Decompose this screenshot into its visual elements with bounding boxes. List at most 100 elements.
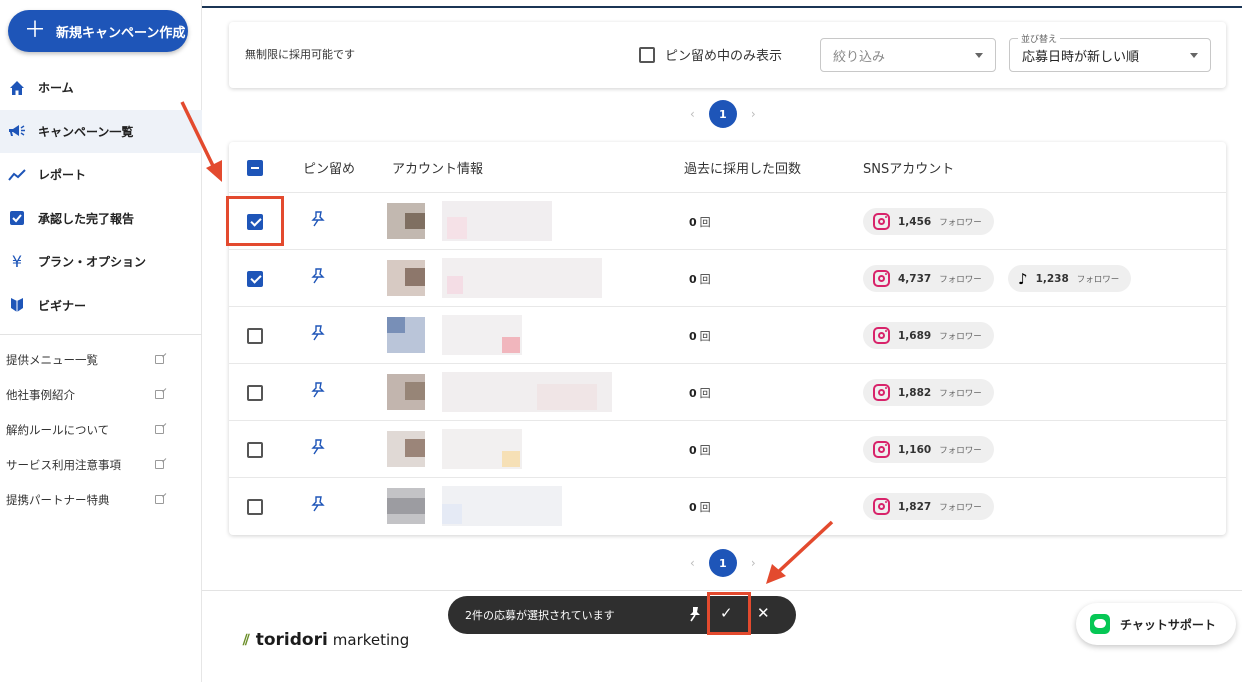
- sort-label: 並び替え: [1018, 32, 1060, 45]
- pin-only-toggle[interactable]: ピン留め中のみ表示: [639, 45, 782, 64]
- instagram-chip[interactable]: 1,689フォロワー: [863, 322, 994, 349]
- sidebar-item-label: キャンペーン一覧: [38, 123, 133, 140]
- sort-value: 応募日時が新しい順: [1022, 46, 1139, 65]
- pin-icon[interactable]: [311, 268, 325, 288]
- sidebar-item-report[interactable]: レポート: [0, 153, 202, 197]
- table-row[interactable]: 0回 4,737フォロワー ♪1,238フォロワー: [229, 250, 1226, 307]
- hire-count: 0回: [689, 385, 711, 401]
- pin-only-checkbox[interactable]: [639, 47, 655, 63]
- annotation-arrow-left: [762, 518, 836, 586]
- sidebar-item-label: レポート: [38, 166, 86, 183]
- link-case-studies[interactable]: 他社事例紹介: [0, 377, 202, 412]
- logo-product: marketing: [333, 631, 409, 649]
- tiktok-chip[interactable]: ♪1,238フォロワー: [1008, 265, 1131, 292]
- external-link-icon: [155, 355, 164, 364]
- link-label: 解約ルールについて: [6, 422, 109, 438]
- sidebar-item-label: 承認した完了報告: [38, 210, 134, 227]
- annotation-box-approve: [707, 592, 751, 635]
- link-partner-benefits[interactable]: 提携パートナー特典: [0, 482, 202, 517]
- sidebar-item-beginner[interactable]: ビギナー: [0, 284, 202, 328]
- chat-support-label: チャットサポート: [1120, 616, 1216, 633]
- link-menu-list[interactable]: 提供メニュー一覧: [0, 342, 202, 377]
- megaphone-icon: [8, 122, 26, 140]
- table-row[interactable]: 0回 1,160フォロワー: [229, 421, 1226, 478]
- sort-select[interactable]: 並び替え 応募日時が新しい順: [1009, 38, 1211, 72]
- link-service-notes[interactable]: サービス利用注意事項: [0, 447, 202, 482]
- sidebar-item-campaigns[interactable]: キャンペーン一覧: [0, 110, 202, 154]
- sidebar-divider: [0, 334, 202, 335]
- instagram-icon: [873, 213, 890, 230]
- pin-icon[interactable]: [311, 496, 325, 516]
- account-info-blurred: [387, 427, 617, 471]
- link-label: 提携パートナー特典: [6, 492, 110, 508]
- new-campaign-button[interactable]: ＋ 新規キャンペーン作成: [8, 10, 188, 52]
- sidebar-nav: ホーム キャンペーン一覧 レポート 承認した完了報告: [0, 66, 202, 335]
- trend-icon: [8, 166, 26, 184]
- clear-selection-button[interactable]: ✕: [757, 604, 770, 622]
- next-page-button[interactable]: ›: [751, 107, 756, 121]
- sidebar-links: 提供メニュー一覧 他社事例紹介 解約ルールについて サービス利用注意事項 提携パ…: [0, 342, 202, 517]
- sidebar-item-label: ビギナー: [38, 297, 86, 314]
- link-label: サービス利用注意事項: [6, 457, 121, 473]
- instagram-chip[interactable]: 1,882フォロワー: [863, 379, 994, 406]
- select-all-checkbox[interactable]: [247, 160, 263, 176]
- hire-count: 0回: [689, 214, 711, 230]
- page-1-button[interactable]: 1: [709, 100, 737, 128]
- hire-count: 0回: [689, 328, 711, 344]
- beginner-icon: [8, 296, 26, 314]
- sidebar-item-label: ホーム: [38, 79, 74, 96]
- external-link-icon: [155, 390, 164, 399]
- row-checkbox[interactable]: [247, 271, 263, 287]
- header-account: アカウント情報: [392, 158, 483, 177]
- sidebar: ＋ 新規キャンペーン作成 ホーム キャンペーン一覧 レポート: [0, 0, 202, 682]
- sidebar-item-home[interactable]: ホーム: [0, 66, 202, 110]
- row-checkbox[interactable]: [247, 385, 263, 401]
- filter-select[interactable]: 絞り込み: [820, 38, 996, 72]
- header-sns: SNSアカウント: [863, 158, 954, 177]
- instagram-icon: [873, 270, 890, 287]
- instagram-chip[interactable]: 1,827フォロワー: [863, 493, 994, 520]
- footer-divider: [202, 590, 1242, 591]
- row-checkbox[interactable]: [247, 442, 263, 458]
- row-checkbox[interactable]: [247, 499, 263, 515]
- account-info-blurred: [387, 313, 617, 357]
- chat-support-button[interactable]: チャットサポート: [1076, 603, 1236, 645]
- new-campaign-label: 新規キャンペーン作成: [56, 22, 185, 41]
- header-count: 過去に採用した回数: [684, 158, 801, 177]
- pin-icon[interactable]: [311, 382, 325, 402]
- table-row[interactable]: 0回 1,689フォロワー: [229, 307, 1226, 364]
- pin-selected-button[interactable]: [688, 606, 702, 626]
- account-info-blurred: [387, 256, 617, 300]
- plus-icon: ＋: [24, 20, 46, 42]
- row-checkbox[interactable]: [247, 328, 263, 344]
- toridori-logo: ⫽ toridori marketing: [243, 630, 409, 650]
- line-icon: [1090, 614, 1110, 634]
- link-cancellation-rules[interactable]: 解約ルールについて: [0, 412, 202, 447]
- logo-brand: toridori: [256, 630, 328, 650]
- pin-icon[interactable]: [311, 439, 325, 459]
- instagram-chip[interactable]: 1,456フォロワー: [863, 208, 994, 235]
- table-row[interactable]: 0回 1,456フォロワー: [229, 193, 1226, 250]
- next-page-button[interactable]: ›: [751, 556, 756, 570]
- instagram-chip[interactable]: 4,737フォロワー: [863, 265, 994, 292]
- applicants-table: ピン留め アカウント情報 過去に採用した回数 SNSアカウント 0回 1,456…: [229, 142, 1226, 535]
- instagram-icon: [873, 384, 890, 401]
- page-1-button[interactable]: 1: [709, 549, 737, 577]
- hire-count: 0回: [689, 442, 711, 458]
- prev-page-button[interactable]: ‹: [690, 107, 695, 121]
- external-link-icon: [155, 460, 164, 469]
- table-header: ピン留め アカウント情報 過去に採用した回数 SNSアカウント: [229, 142, 1226, 193]
- table-row[interactable]: 0回 1,827フォロワー: [229, 478, 1226, 535]
- instagram-chip[interactable]: 1,160フォロワー: [863, 436, 994, 463]
- pin-only-label: ピン留め中のみ表示: [665, 45, 782, 64]
- table-row[interactable]: 0回 1,882フォロワー: [229, 364, 1226, 421]
- home-icon: [8, 79, 26, 97]
- checkbox-icon: [8, 209, 26, 227]
- prev-page-button[interactable]: ‹: [690, 556, 695, 570]
- sidebar-item-approved-reports[interactable]: 承認した完了報告: [0, 197, 202, 241]
- pin-icon[interactable]: [311, 211, 325, 231]
- sidebar-item-plans[interactable]: ¥ プラン・オプション: [0, 240, 202, 284]
- pin-icon[interactable]: [311, 325, 325, 345]
- external-link-icon: [155, 495, 164, 504]
- pagination-top: ‹ 1 ›: [690, 100, 756, 128]
